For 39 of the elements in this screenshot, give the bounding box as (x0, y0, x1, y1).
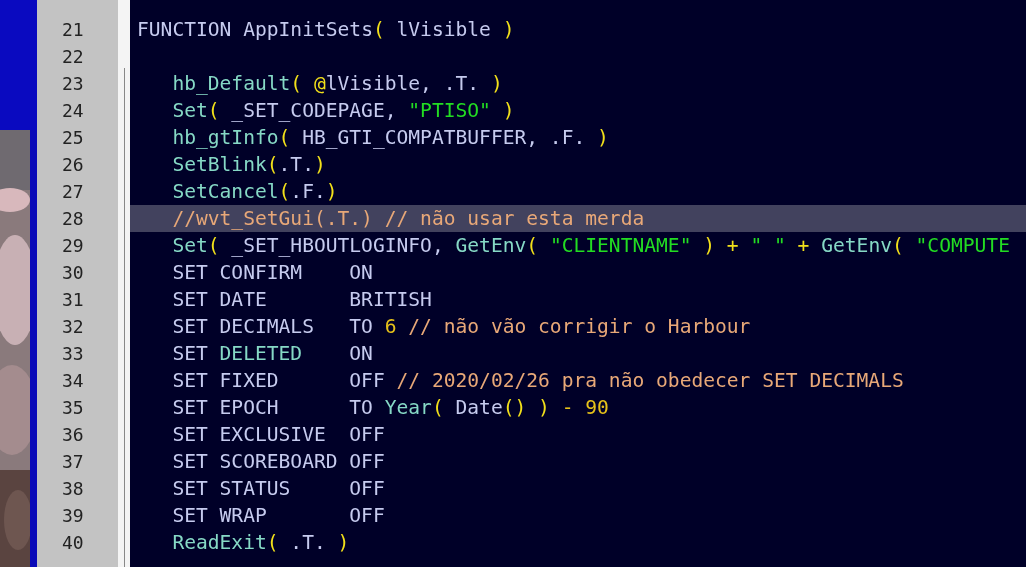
line-number: 29 (61, 234, 85, 258)
line-number: 21 (61, 18, 85, 42)
line-number: 26 (61, 153, 85, 177)
line-number: 34 (61, 369, 85, 393)
code-line: SET SCOREBOARD OFF (172, 449, 385, 475)
code-line: ReadExit( .T. ) (172, 530, 350, 556)
code-line: SET WRAP OFF (172, 503, 385, 529)
code-line: SetBlink(.T.) (172, 152, 326, 178)
code-line: SET STATUS OFF (172, 476, 385, 502)
code-line: SET EXCLUSIVE OFF (172, 422, 385, 448)
line-number: 31 (61, 288, 85, 312)
line-number: 30 (61, 261, 85, 285)
line-number: 27 (61, 180, 85, 204)
line-number: 38 (61, 477, 85, 501)
code-line: SET FIXED OFF // 2020/02/26 pra não obedecer SET DECIMALS (172, 368, 904, 394)
code-line: //wvt_SetGui(.T.) // não usar esta merda (172, 206, 645, 232)
code-line: SET DELETED ON (172, 341, 373, 367)
line-number: 23 (61, 72, 85, 96)
line-number: 24 (61, 99, 85, 123)
code-line: Set( _SET_CODEPAGE, "PTISO" ) (172, 98, 515, 124)
line-number: 32 (61, 315, 85, 339)
code-line: SET DECIMALS TO 6 // não vão corrigir o Harbour (172, 314, 751, 340)
code-line: hb_gtInfo( HB_GTI_COMPATBUFFER, .F. ) (172, 125, 609, 151)
line-number: 22 (61, 45, 85, 69)
code-line: SET DATE BRITISH (172, 287, 432, 313)
line-number: 33 (61, 342, 85, 366)
code-line: hb_Default( @lVisible, .T. ) (172, 71, 503, 97)
code-line: FUNCTION AppInitSets( lVisible ) (137, 17, 515, 43)
line-number: 37 (61, 450, 85, 474)
line-number: 40 (61, 531, 85, 555)
code-line: Set( _SET_HBOUTLOGINFO, GetEnv( "CLIENTNAME" ) + " " + GetEnv( "COMPUTE (172, 233, 1010, 259)
code-line: SET EPOCH TO Year( Date() ) - 90 (172, 395, 609, 421)
code-line: SET CONFIRM ON (172, 260, 373, 286)
line-number: 28 (61, 207, 85, 231)
line-number: 36 (61, 423, 85, 447)
line-number: 35 (61, 396, 85, 420)
line-number: 39 (61, 504, 85, 528)
line-number: 25 (61, 126, 85, 150)
code-line: SetCancel(.F.) (172, 179, 338, 205)
